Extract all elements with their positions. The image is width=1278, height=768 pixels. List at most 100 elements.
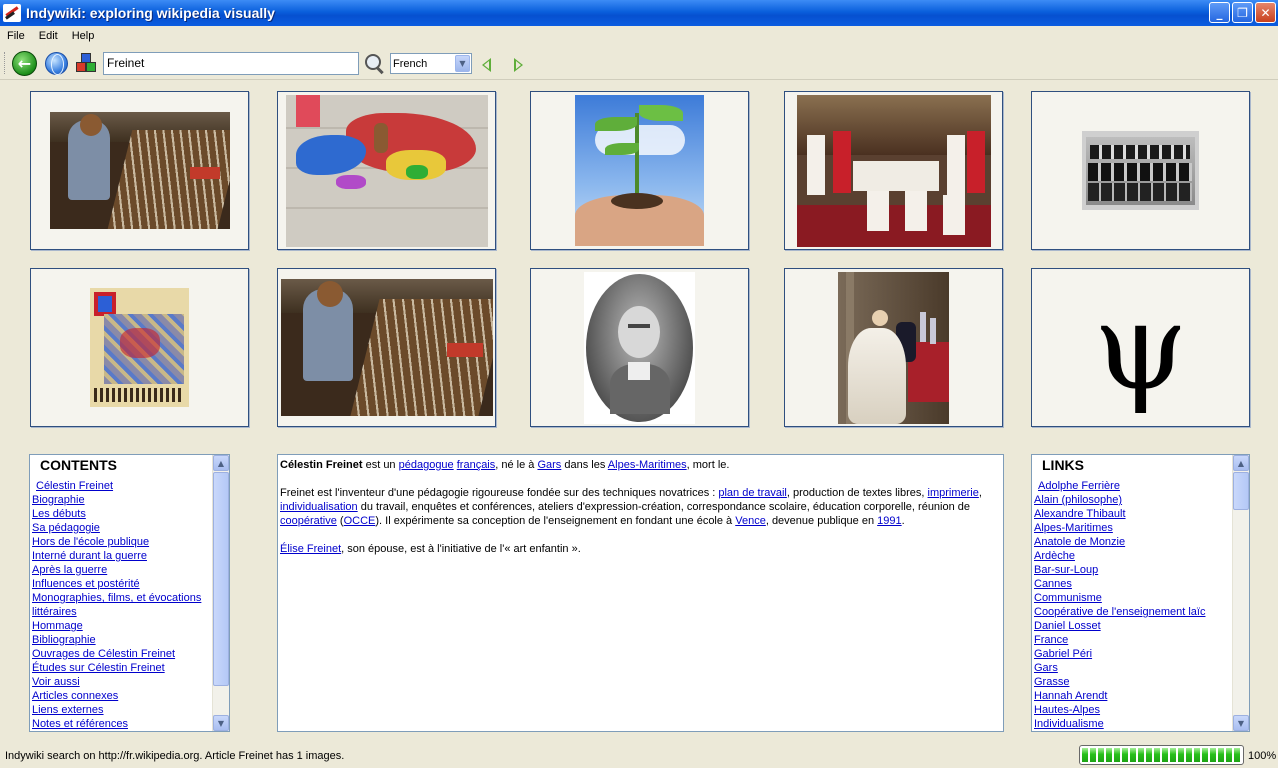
thumbnail-image	[280, 279, 493, 416]
image-tile-10[interactable]: ψ	[1031, 268, 1250, 427]
image-tile-8[interactable]	[530, 268, 749, 427]
back-arrow-icon: ←	[17, 54, 32, 73]
link-item[interactable]: Hautes-Alpes	[1034, 703, 1231, 717]
article-link[interactable]: coopérative	[280, 515, 337, 527]
link-item[interactable]: Daniel Losset	[1034, 619, 1231, 633]
image-tile-6[interactable]	[30, 268, 249, 427]
link-item[interactable]: Communisme	[1034, 591, 1231, 605]
progress-segment	[1186, 748, 1192, 762]
close-button[interactable]: ✕	[1255, 2, 1276, 23]
link-item[interactable]: Cannes	[1034, 577, 1231, 591]
contents-item[interactable]: Hors de l'école publique	[32, 535, 211, 549]
chevron-down-icon[interactable]: ▼	[455, 55, 470, 72]
back-button[interactable]: ←	[12, 51, 37, 76]
article-link[interactable]: individualisation	[280, 501, 358, 513]
status-text: Indywiki search on http://fr.wikipedia.o…	[5, 750, 345, 762]
red-block-icon	[76, 62, 86, 72]
previous-arrow-icon[interactable]	[482, 58, 491, 72]
progress-bar	[1079, 745, 1244, 765]
article-link[interactable]: OCCE	[344, 515, 376, 527]
next-arrow-icon[interactable]	[514, 58, 523, 72]
image-tile-1[interactable]	[30, 91, 249, 250]
link-item[interactable]: Grasse	[1034, 675, 1231, 689]
progress-segment	[1146, 748, 1152, 762]
search-input[interactable]: Freinet	[103, 52, 359, 75]
scroll-thumb[interactable]	[1233, 472, 1249, 510]
contents-item[interactable]: Voir aussi	[32, 675, 211, 689]
thumbnail-image	[285, 94, 488, 247]
progress-segment	[1210, 748, 1216, 762]
contents-item[interactable]: Ouvrages de Célestin Freinet	[32, 647, 211, 661]
scroll-down-icon[interactable]: ▼	[1233, 715, 1249, 731]
menu-file[interactable]: File	[0, 30, 32, 42]
article-paragraph-3: Élise Freinet, son épouse, est à l'initi…	[280, 543, 581, 555]
contents-item[interactable]: Liens externes	[32, 703, 211, 717]
link-item[interactable]: Ardèche	[1034, 549, 1231, 563]
link-item[interactable]: Bar-sur-Loup	[1034, 563, 1231, 577]
link-item[interactable]: Hannah Arendt	[1034, 689, 1231, 703]
link-item[interactable]: Adolphe Ferrière	[1034, 479, 1231, 493]
contents-item[interactable]: Biographie	[32, 493, 211, 507]
article-link[interactable]: 1991	[877, 515, 901, 527]
article-link[interactable]: Élise Freinet	[280, 543, 341, 555]
article-link[interactable]: pédagogue	[399, 459, 454, 471]
image-tile-7[interactable]	[277, 268, 496, 427]
maximize-button[interactable]: ❐	[1232, 2, 1253, 23]
contents-item[interactable]: Interné durant la guerre	[32, 549, 211, 563]
blocks-button[interactable]	[75, 52, 99, 74]
contents-item[interactable]: Études sur Célestin Freinet	[32, 661, 211, 675]
search-icon[interactable]	[364, 53, 386, 75]
globe-button[interactable]	[45, 52, 68, 75]
article-link[interactable]: Alpes-Maritimes	[608, 459, 687, 471]
contents-scrollbar[interactable]: ▲ ▼	[212, 455, 229, 731]
contents-item[interactable]: Monographies, films, et évocations	[32, 591, 211, 605]
link-item[interactable]: Alain (philosophe)	[1034, 493, 1231, 507]
link-item[interactable]: Anatole de Monzie	[1034, 535, 1231, 549]
link-item[interactable]: France	[1034, 633, 1231, 647]
language-value: French	[393, 57, 428, 70]
menu-edit[interactable]: Edit	[32, 30, 65, 42]
link-item[interactable]: Coopérative de l'enseignement laïc	[1034, 605, 1231, 619]
toolbar-grip[interactable]	[4, 52, 7, 74]
link-item[interactable]: Alpes-Maritimes	[1034, 521, 1231, 535]
contents-item[interactable]: Après la guerre	[32, 563, 211, 577]
contents-item[interactable]: Hommage	[32, 619, 211, 633]
link-item[interactable]: Alexandre Thibault	[1034, 507, 1231, 521]
language-select[interactable]: French ▼	[390, 53, 472, 74]
article-link[interactable]: Gars	[537, 459, 561, 471]
contents-item[interactable]: Célestin Freinet	[32, 479, 211, 493]
thumbnail-image	[575, 95, 704, 246]
contents-item[interactable]: Notes et références	[32, 717, 211, 731]
menu-help[interactable]: Help	[65, 30, 102, 42]
link-item[interactable]: Individualisme	[1034, 717, 1231, 731]
progress-segment	[1178, 748, 1184, 762]
scroll-down-icon[interactable]: ▼	[213, 715, 229, 731]
link-item[interactable]: Gabriel Péri	[1034, 647, 1231, 661]
contents-item[interactable]: Influences et postérité	[32, 577, 211, 591]
image-tile-2[interactable]	[277, 91, 496, 250]
progress-segment	[1114, 748, 1120, 762]
contents-item[interactable]: Sa pédagogie	[32, 521, 211, 535]
article-link[interactable]: français	[457, 459, 496, 471]
image-tile-4[interactable]	[784, 91, 1003, 250]
links-scrollbar[interactable]: ▲ ▼	[1232, 455, 1249, 731]
window-controls: _ ❐ ✕	[1209, 2, 1276, 23]
image-tile-5[interactable]	[1031, 91, 1250, 250]
scroll-up-icon[interactable]: ▲	[213, 455, 229, 471]
thumbnail-image	[584, 271, 695, 424]
contents-item[interactable]: Articles connexes	[32, 689, 211, 703]
contents-item[interactable]: Les débuts	[32, 507, 211, 521]
contents-item[interactable]: littéraires	[32, 605, 211, 619]
scroll-thumb[interactable]	[213, 472, 229, 686]
image-tile-3[interactable]	[530, 91, 749, 250]
image-tile-9[interactable]	[784, 268, 1003, 427]
article-link[interactable]: plan de travail	[718, 487, 787, 499]
link-item[interactable]: Gars	[1034, 661, 1231, 675]
minimize-button[interactable]: _	[1209, 2, 1230, 23]
contents-item[interactable]: Bibliographie	[32, 633, 211, 647]
scroll-up-icon[interactable]: ▲	[1233, 455, 1249, 471]
progress-segment	[1218, 748, 1224, 762]
article-text: Célestin Freinet est un pédagogue frança…	[277, 454, 1004, 732]
article-link[interactable]: Vence	[735, 515, 766, 527]
article-link[interactable]: imprimerie	[928, 487, 979, 499]
